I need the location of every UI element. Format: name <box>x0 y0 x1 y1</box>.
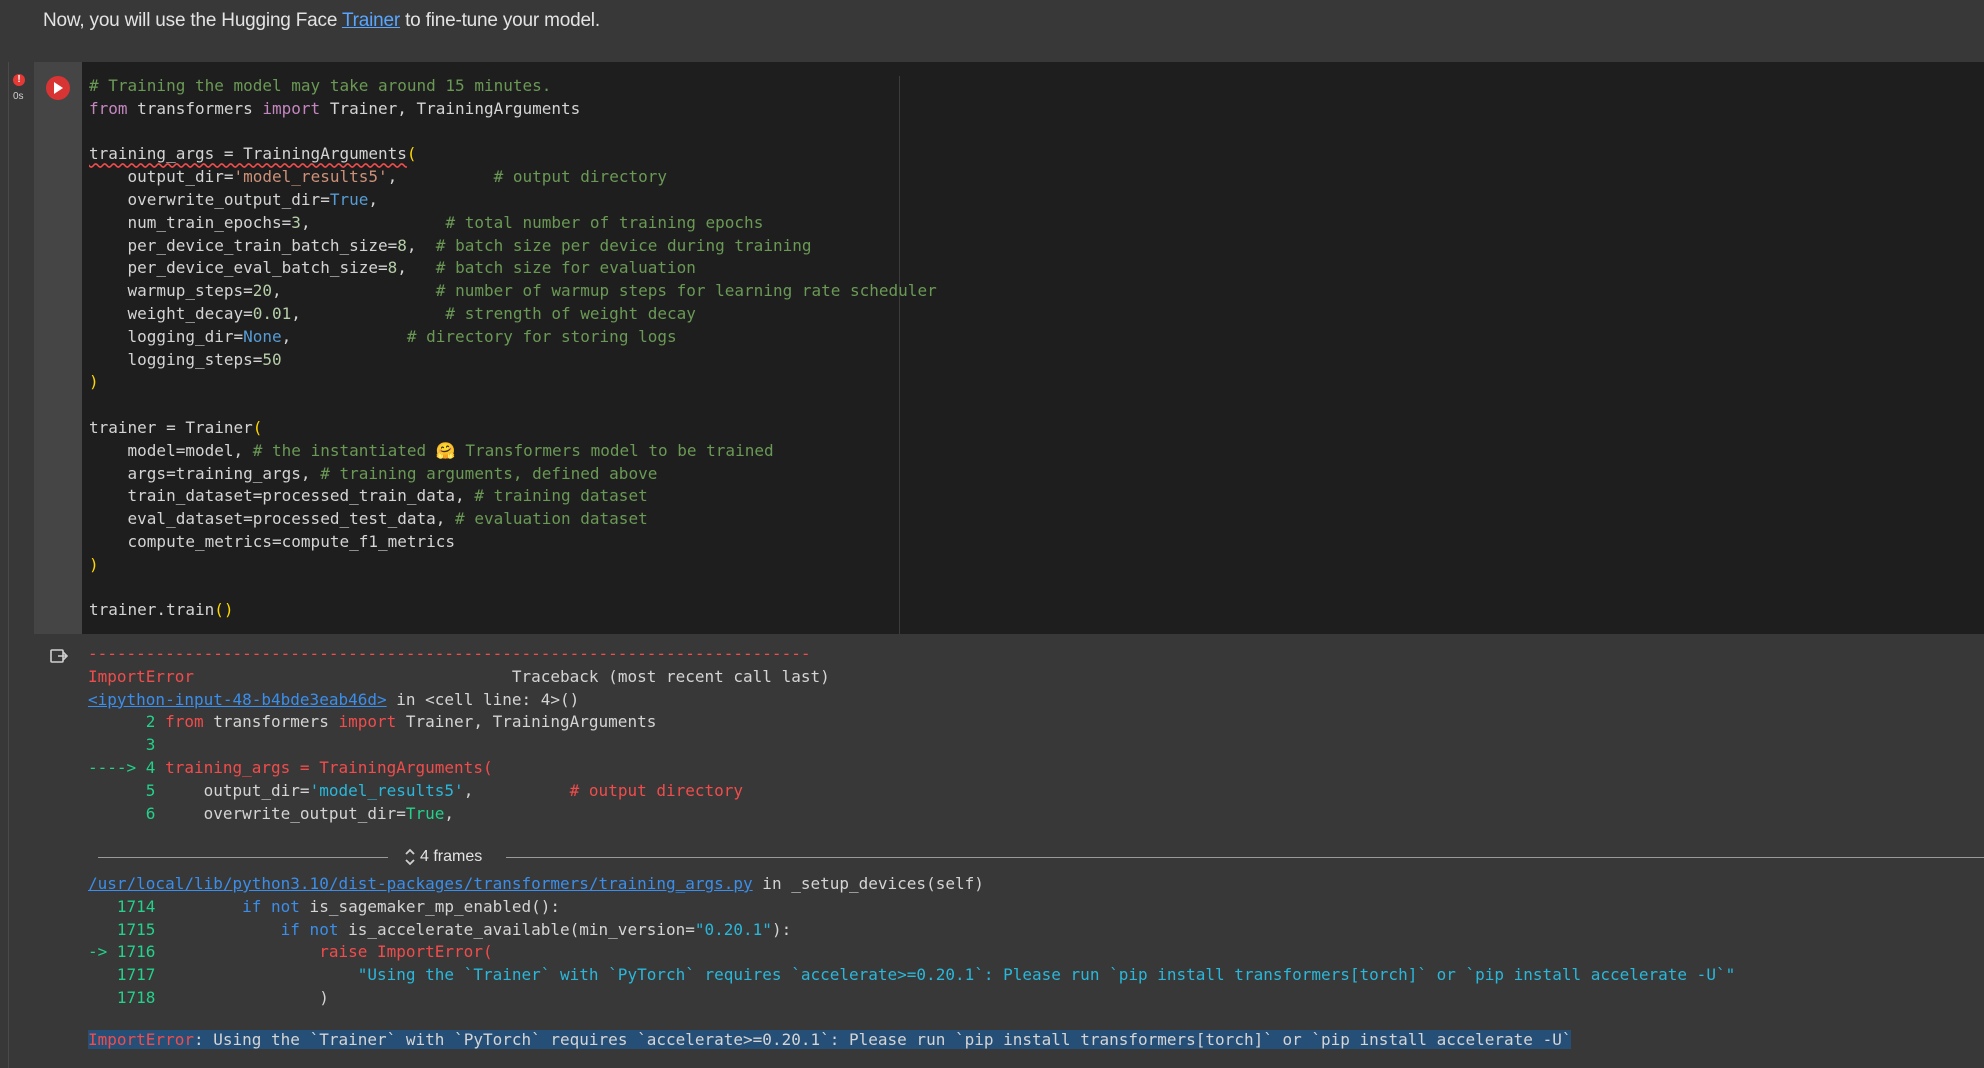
training-args-path-link[interactable]: /usr/local/lib/python3.10/dist-packages/… <box>88 874 753 893</box>
expand-frames-button[interactable]: 4 frames <box>404 845 482 869</box>
trainer-link[interactable]: Trainer <box>342 10 400 31</box>
cell-gutter <box>34 62 82 634</box>
gutter-divider <box>8 62 9 1068</box>
frames-divider-left <box>98 857 388 858</box>
run-icon <box>54 82 63 94</box>
intro-text: Now, you will use the Hugging Face Train… <box>43 10 600 32</box>
traceback-header: ----------------------------------------… <box>88 644 830 823</box>
run-cell-button[interactable] <box>46 76 70 100</box>
ipython-input-link[interactable]: <ipython-input-48-b4bde3eab46d> <box>88 690 387 709</box>
traceback-frame: /usr/local/lib/python3.10/dist-packages/… <box>88 874 1736 1007</box>
error-message: ImportError: Using the `Trainer` with `P… <box>88 1030 1572 1049</box>
frames-divider-right <box>506 857 1984 858</box>
chevron-updown-icon <box>405 848 415 866</box>
intro-before: Now, you will use the Hugging Face <box>43 10 342 31</box>
collapsed-frames: 4 frames <box>98 845 1984 869</box>
markdown-cell[interactable]: Now, you will use the Hugging Face Train… <box>0 0 1984 62</box>
output-icon[interactable] <box>50 648 69 669</box>
error-icon: ! <box>13 74 25 86</box>
frames-label: 4 frames <box>420 848 483 865</box>
execution-time: 0s <box>13 91 24 102</box>
code-content[interactable]: # Training the model may take around 15 … <box>89 75 937 622</box>
intro-after: to fine-tune your model. <box>400 10 600 31</box>
